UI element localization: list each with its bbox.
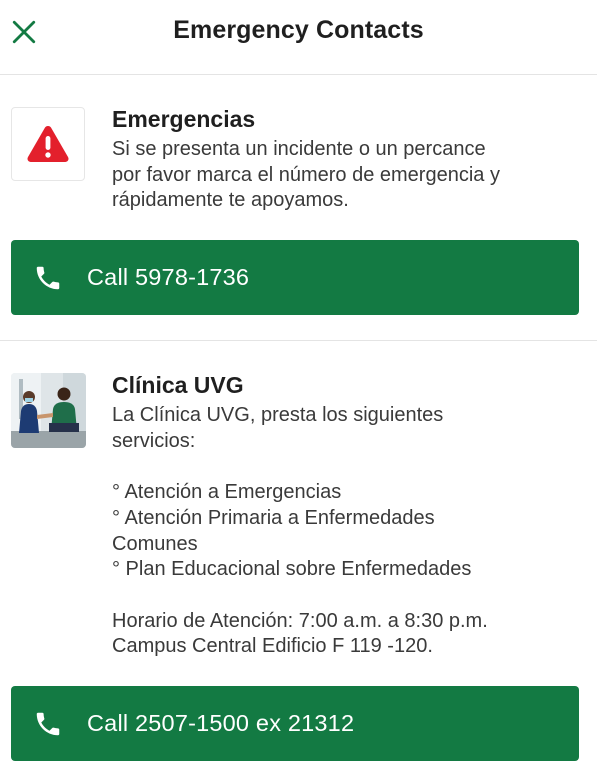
contact-card-emergencias: Emergencias Si se presenta un incidente …: [0, 75, 597, 341]
contact-description: Si se presenta un incidente o un percanc…: [112, 138, 500, 212]
call-button[interactable]: Call 2507-1500 ex 21312: [11, 686, 579, 761]
call-button-label: Call 5978-1736: [87, 264, 250, 290]
call-button-label: Call 2507-1500 ex 21312: [87, 710, 355, 736]
contact-title: Clínica UVG: [112, 372, 244, 398]
emergency-contacts-screen: Emergency Contacts Emergencias Si se pre…: [0, 0, 597, 777]
top-app-bar: Emergency Contacts: [0, 0, 597, 75]
call-button[interactable]: Call 5978-1736: [11, 240, 579, 315]
phone-icon: [36, 266, 60, 290]
contact-title: Emergencias: [112, 106, 256, 132]
contact-icon-tile: [11, 107, 85, 181]
contact-card-clinica-uvg: Clínica UVG La Clínica UVG, presta los s…: [0, 341, 597, 777]
clinic-photo: [11, 373, 86, 448]
page-title: Emergency Contacts: [173, 16, 424, 44]
contact-description: La Clínica UVG, presta los siguientes se…: [112, 404, 488, 658]
phone-icon: [36, 712, 60, 736]
warning-icon: [27, 126, 69, 162]
